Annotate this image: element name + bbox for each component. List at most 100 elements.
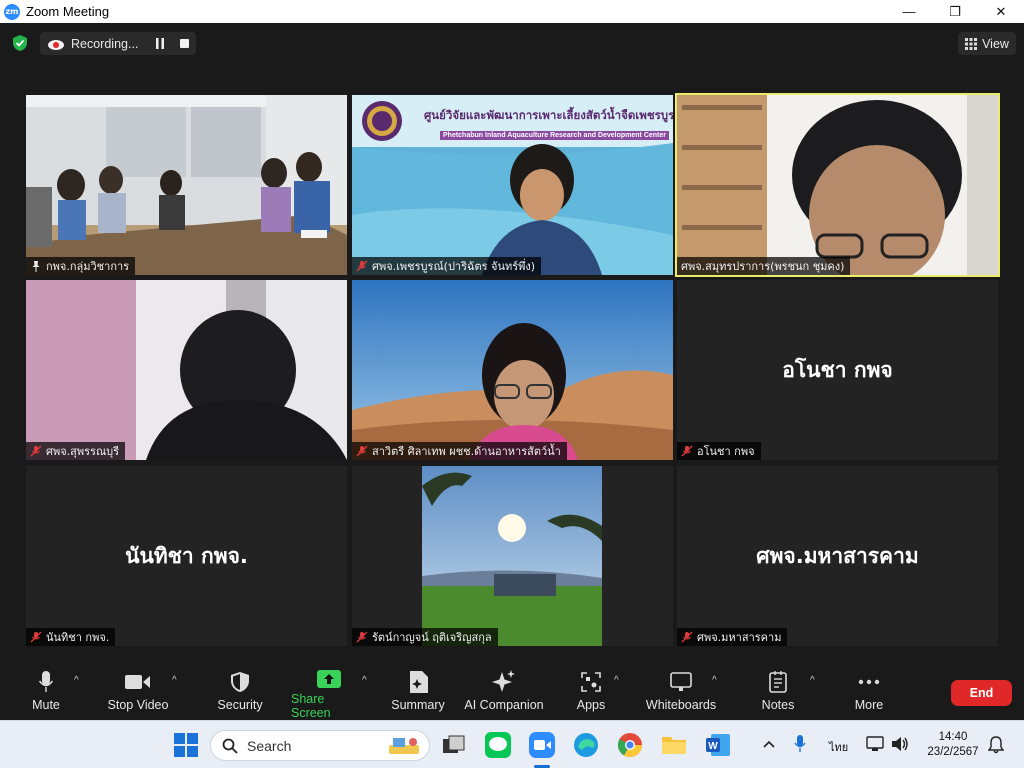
minimize-button[interactable]: —	[886, 0, 932, 23]
more-button[interactable]: More	[852, 670, 886, 716]
participant-name-tag: นันทิชา กพจ.	[26, 628, 116, 646]
edge-browser-icon[interactable]	[573, 732, 599, 758]
mute-button[interactable]: Mute	[30, 670, 62, 716]
file-explorer-icon[interactable]	[661, 732, 687, 758]
maximize-button[interactable]: ❐	[932, 0, 978, 23]
participant-name-tag: ศพจ.เพชรบูรณ์(ปาริฉัตร จันทร์พึ่ง)	[352, 257, 542, 275]
stop-video-button[interactable]: Stop Video	[106, 670, 170, 716]
participant-name-tag: กพจ.กลุ่มวิชาการ	[26, 257, 136, 275]
whiteboards-options-caret[interactable]: ^	[712, 675, 717, 686]
video-feed-backlit	[26, 280, 347, 460]
chrome-browser-icon[interactable]	[617, 732, 643, 758]
task-view-icon[interactable]	[441, 732, 467, 758]
video-tile-no-camera[interactable]: อโนชา กพจ อโนชา กพจ	[677, 280, 998, 460]
shield-check-icon[interactable]	[11, 34, 29, 52]
view-label: View	[982, 36, 1009, 51]
input-language-indicator[interactable]: ไทย	[829, 738, 848, 756]
os-taskbar: Search W ไทย 14:40 23/2/2567	[0, 720, 1024, 768]
tray-overflow-chevron-icon[interactable]	[763, 739, 775, 749]
participant-name-tag: สาวิตรี ศิลาเทพ ผชช.ด้านอาหารสัตว์น้ำ	[352, 442, 567, 460]
apps-icon	[581, 672, 601, 692]
mic-muted-icon	[30, 631, 42, 643]
share-screen-button[interactable]: Share Screen	[291, 670, 367, 720]
whiteboards-button[interactable]: Whiteboards	[644, 670, 718, 716]
participant-name-tag: ศพจ.สมุทรปราการ(พรชนก ชุมคง)	[677, 257, 851, 275]
recording-label: Recording...	[71, 36, 139, 51]
video-tile[interactable]: ศูนย์วิจัยและพัฒนาการเพาะเลี้ยงสัตว์น้ำจ…	[352, 95, 673, 275]
view-button[interactable]: View	[958, 32, 1016, 55]
banner-title-thai: ศูนย์วิจัยและพัฒนาการเพาะเลี้ยงสัตว์น้ำจ…	[424, 108, 673, 122]
windows-start-icon[interactable]	[173, 732, 199, 758]
share-screen-icon	[317, 670, 341, 688]
participant-display-name: ศพจ.มหาสารคาม	[756, 543, 919, 568]
video-tile[interactable]: รัตน์กาญจน์ ฤติเจริญสกุล	[352, 466, 673, 646]
network-icon[interactable]	[866, 736, 884, 752]
participant-display-name: อโนชา กพจ	[782, 357, 893, 382]
window-titlebar: zm Zoom Meeting — ❐ ✕	[0, 0, 1024, 23]
clock-date: 23/2/2567	[927, 746, 979, 758]
notes-button[interactable]: Notes	[760, 670, 796, 716]
meeting-topbar: Recording... View	[0, 23, 1024, 63]
search-highlight-icon	[389, 737, 419, 754]
security-button[interactable]: Security	[216, 670, 264, 716]
recording-indicator[interactable]: Recording...	[40, 32, 196, 55]
video-tile[interactable]: สาวิตรี ศิลาเทพ ผชช.ด้านอาหารสัตว์น้ำ	[352, 280, 673, 460]
video-tile[interactable]: กพจ.กลุ่มวิชาการ	[26, 95, 347, 275]
mic-muted-icon	[681, 445, 693, 457]
svg-text:W: W	[708, 741, 718, 752]
participant-name-tag: ศพจ.มหาสารคาม	[677, 628, 788, 646]
line-app-icon[interactable]	[485, 732, 511, 758]
close-button[interactable]: ✕	[978, 0, 1024, 23]
zoom-logo-icon: zm	[4, 3, 20, 20]
summary-document-icon	[410, 671, 428, 693]
word-app-icon[interactable]: W	[705, 732, 731, 758]
grid-icon	[965, 37, 978, 50]
meeting-area: Recording... View กพจ.กลุ่มวิชาการ ศูนย์…	[0, 23, 1024, 720]
video-camera-icon	[125, 675, 150, 689]
video-feed-office	[677, 95, 998, 275]
sparkle-icon	[492, 670, 515, 692]
participant-name-tag: รัตน์กาญจน์ ฤติเจริญสกุล	[352, 628, 498, 646]
window-title: Zoom Meeting	[26, 4, 110, 19]
apps-options-caret[interactable]: ^	[614, 675, 619, 686]
shield-icon	[231, 672, 249, 692]
summary-button[interactable]: Summary	[389, 670, 447, 716]
microphone-icon	[39, 671, 53, 692]
video-options-caret[interactable]: ^	[172, 675, 177, 686]
taskbar-search-input[interactable]: Search	[210, 730, 430, 761]
notes-icon	[769, 671, 787, 693]
mute-options-caret[interactable]: ^	[74, 675, 79, 686]
more-dots-icon	[858, 679, 880, 685]
notification-bell-icon[interactable]	[988, 736, 1004, 754]
volume-icon[interactable]	[891, 736, 909, 752]
share-options-caret[interactable]: ^	[362, 675, 367, 686]
participant-name-tag: ศพจ.สุพรรณบุรี	[26, 442, 126, 460]
mic-muted-icon	[681, 631, 693, 643]
video-feed-desert-background	[352, 280, 673, 460]
window-controls: — ❐ ✕	[886, 0, 1024, 23]
tray-microphone-icon[interactable]	[794, 735, 806, 753]
whiteboard-icon	[670, 672, 692, 691]
mic-muted-icon	[356, 631, 368, 643]
pin-icon	[32, 261, 40, 272]
ai-companion-button[interactable]: AI Companion	[464, 670, 544, 716]
video-tile-no-camera[interactable]: ศพจ.มหาสารคาม ศพจ.มหาสารคาม	[677, 466, 998, 646]
stop-recording-icon[interactable]	[180, 39, 189, 48]
video-feed-meeting-room	[26, 95, 347, 275]
video-tile-active-speaker[interactable]: ศพจ.สมุทรปราการ(พรชนก ชุมคง)	[675, 93, 1000, 277]
pause-recording-icon[interactable]	[155, 38, 165, 49]
meeting-toolbar: Mute ^ Stop Video ^ Security Share Scree…	[0, 650, 1024, 720]
mic-muted-icon	[356, 260, 368, 272]
banner-title-english: Phetchabun Inland Aquaculture Research a…	[440, 131, 670, 140]
cloud-recording-icon	[48, 39, 64, 50]
search-icon	[222, 738, 238, 754]
system-clock[interactable]: 14:40 23/2/2567	[918, 730, 988, 760]
zoom-app-icon[interactable]	[529, 732, 555, 758]
mic-muted-icon	[30, 445, 42, 457]
apps-button[interactable]: Apps	[576, 670, 606, 716]
video-tile[interactable]: ศพจ.สุพรรณบุรี	[26, 280, 347, 460]
video-tile-no-camera[interactable]: นันทิชา กพจ. นันทิชา กพจ.	[26, 466, 347, 646]
end-meeting-button[interactable]: End	[951, 680, 1012, 706]
participant-display-name: นันทิชา กพจ.	[125, 543, 248, 568]
notes-options-caret[interactable]: ^	[810, 675, 815, 686]
